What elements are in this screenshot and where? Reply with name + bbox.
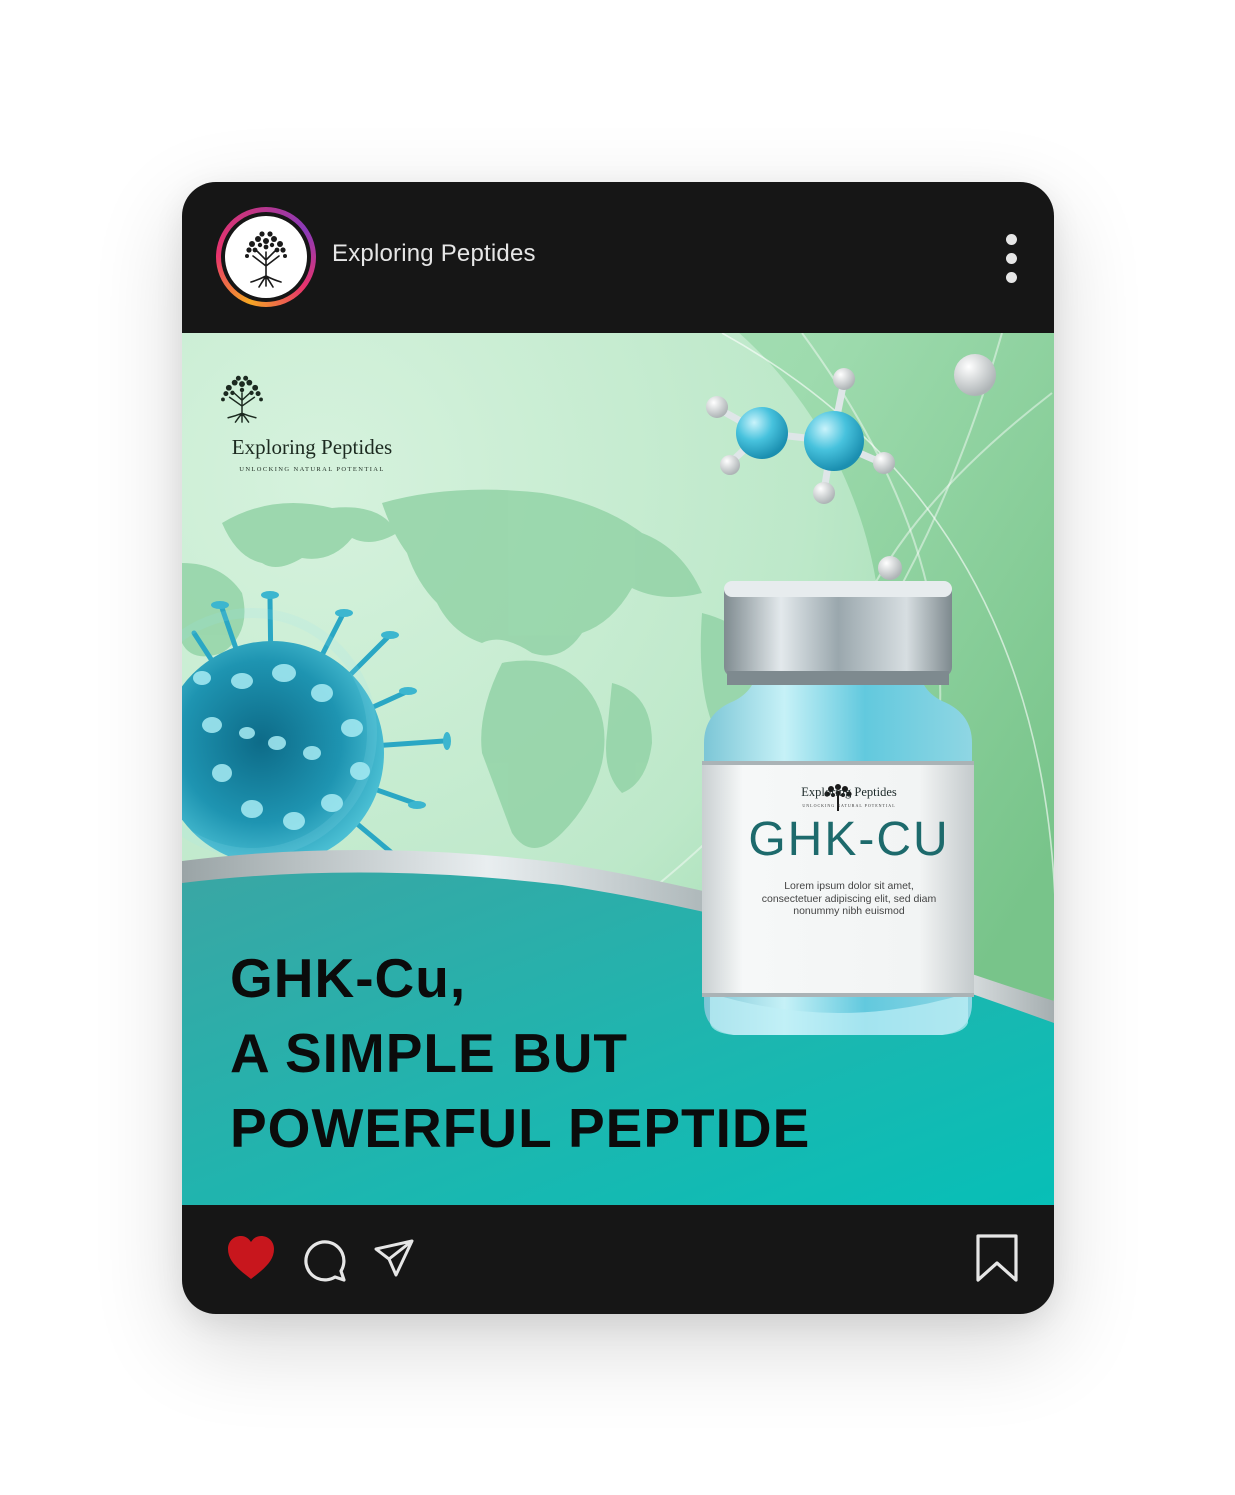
post-card: Exploring Peptides Exploring Peptides UN…	[182, 182, 1054, 1314]
label-body-text: Lorem ipsum dolor sit amet, consectetuer…	[761, 880, 937, 917]
comment-icon[interactable]	[302, 1237, 348, 1283]
post-image: Exploring Peptides UNLOCKING NATURAL POT…	[182, 333, 1054, 1205]
share-icon[interactable]	[372, 1237, 416, 1281]
headline-line-1: GHK-Cu,	[230, 947, 467, 1009]
post-headline: GHK-Cu, A SIMPLE BUT POWERFUL PEPTIDE	[230, 941, 810, 1166]
brand-name: Exploring Peptides	[231, 435, 393, 459]
label-brand-name: Exploring Peptides	[801, 785, 897, 799]
username[interactable]: Exploring Peptides	[332, 240, 536, 268]
label-product-name: GHK-CU	[748, 813, 950, 866]
more-options-icon[interactable]	[998, 232, 1026, 286]
headline-line-3: POWERFUL PEPTIDE	[230, 1097, 811, 1159]
heart-icon[interactable]	[226, 1235, 276, 1281]
bottle-label: Exploring Peptides UNLOCKING NATURAL POT…	[714, 785, 984, 918]
brand-logo: Exploring Peptides UNLOCKING NATURAL POT…	[212, 363, 412, 473]
post-header: Exploring Peptides	[182, 182, 1054, 333]
brand-tagline: UNLOCKING NATURAL POTENTIAL	[239, 466, 385, 473]
headline-line-2: A SIMPLE BUT	[230, 1022, 629, 1084]
bookmark-icon[interactable]	[975, 1233, 1019, 1283]
profile-avatar[interactable]	[216, 207, 316, 307]
label-brand-tagline: UNLOCKING NATURAL POTENTIAL	[802, 803, 896, 808]
tree-logo-icon	[245, 231, 287, 288]
tree-logo-icon	[221, 375, 263, 423]
post-actions-bar	[182, 1205, 1054, 1314]
